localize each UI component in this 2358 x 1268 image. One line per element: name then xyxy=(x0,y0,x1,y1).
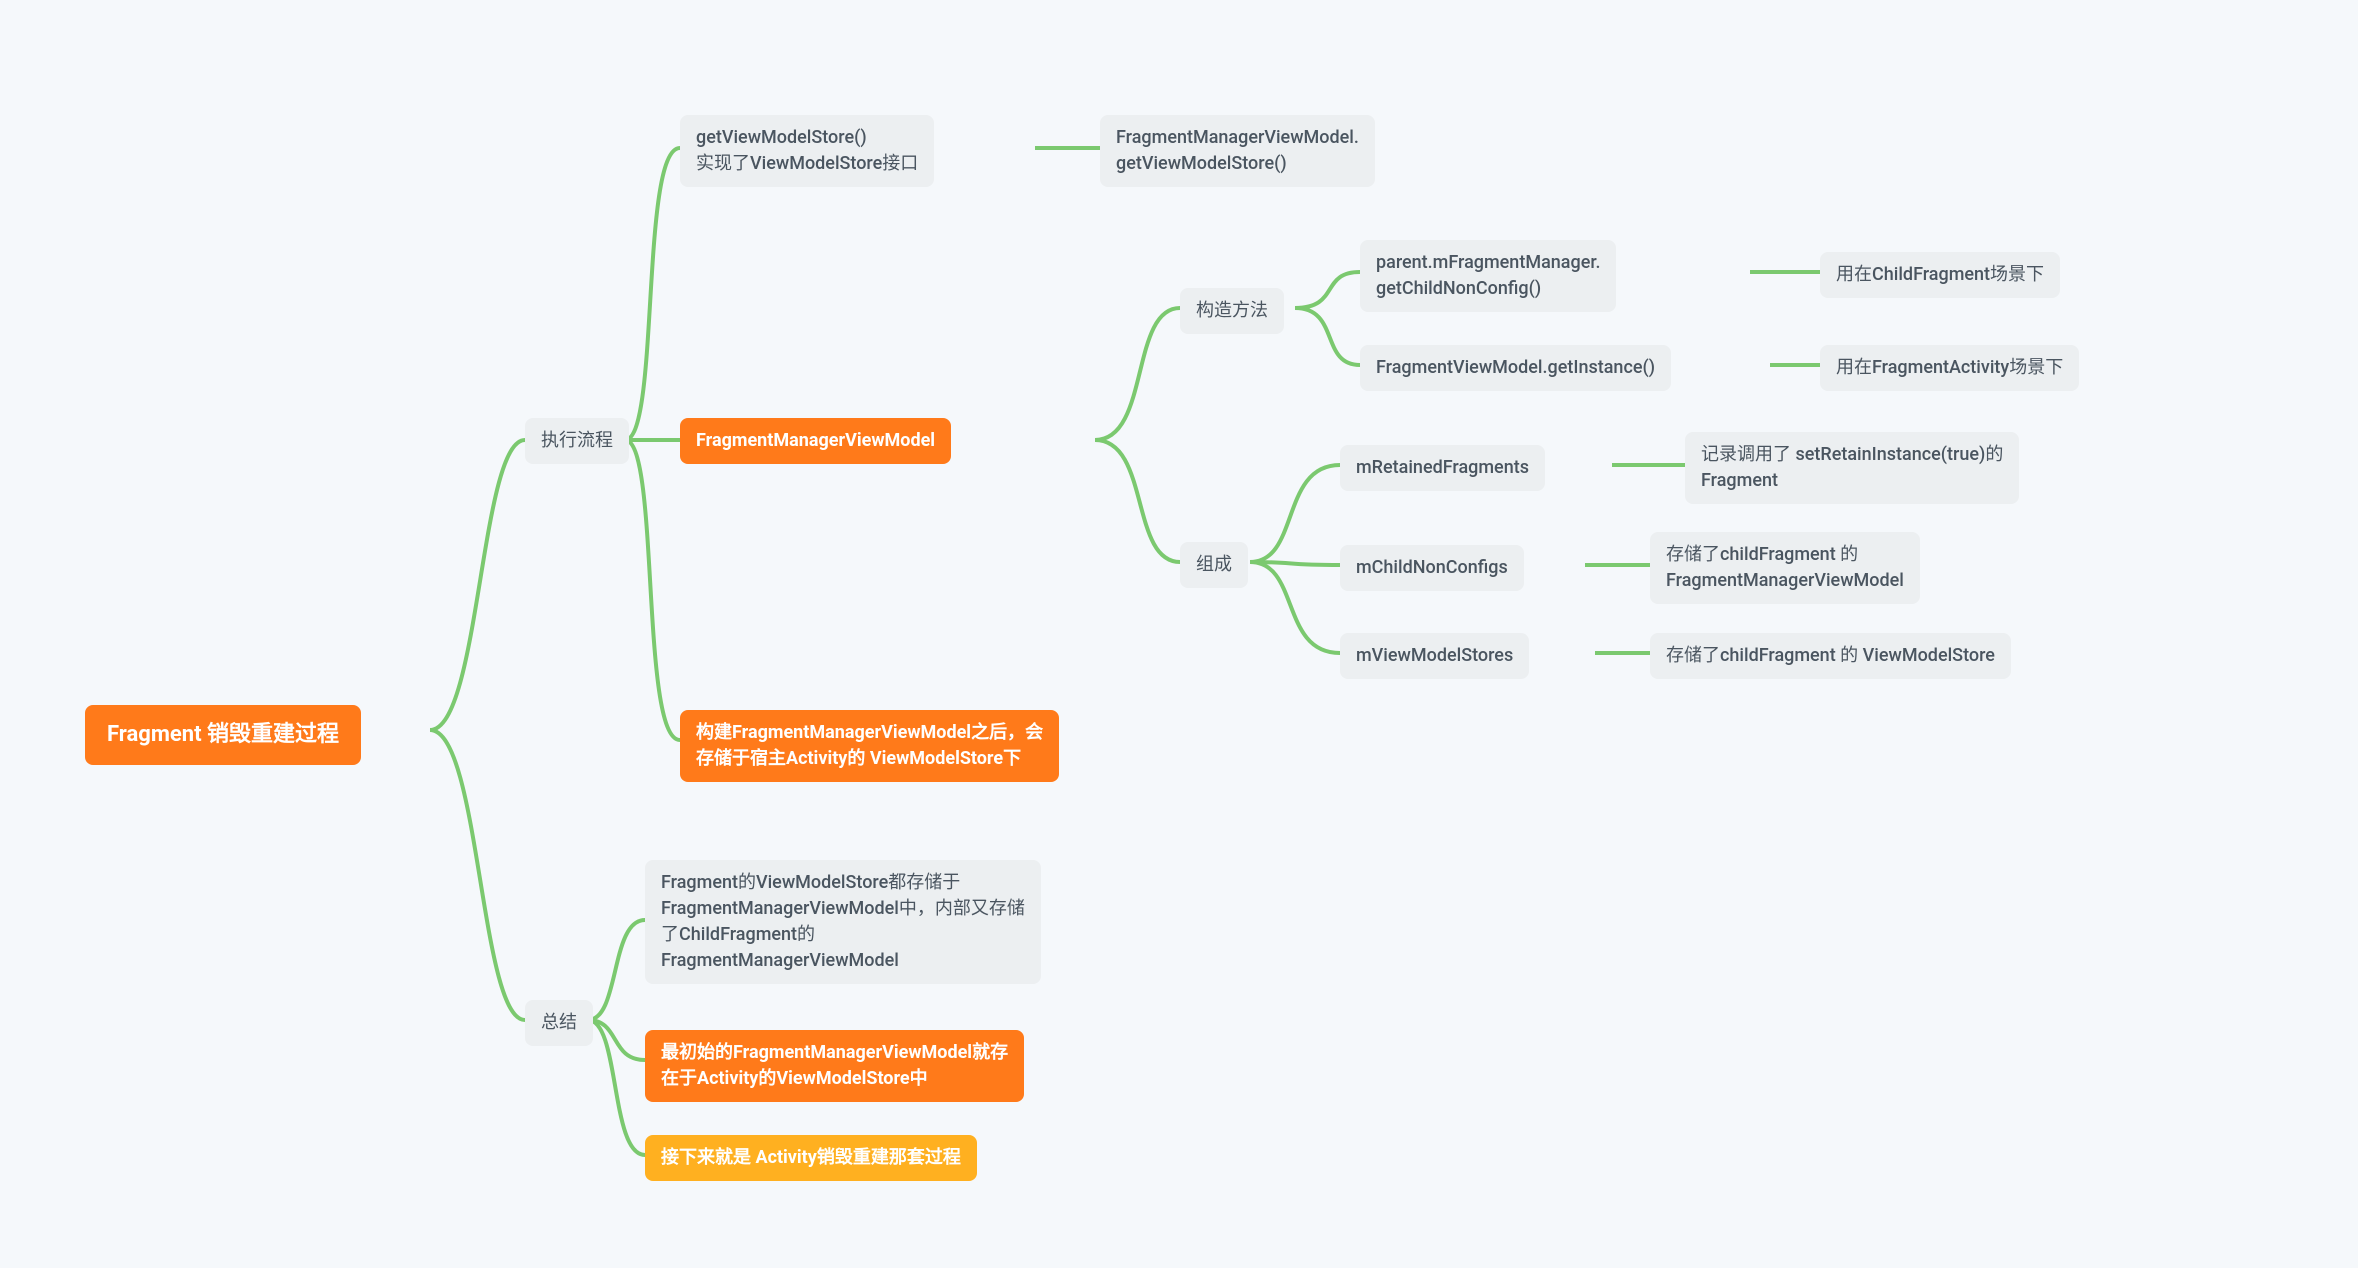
node-fmvm-getviewmodelstore[interactable]: FragmentManagerViewModel. getViewModelSt… xyxy=(1100,115,1375,187)
node-ctor-childfragment-usage[interactable]: 用在ChildFragment场景下 xyxy=(1820,252,2060,298)
node-mviewmodelstores-desc[interactable]: 存储了childFragment 的 ViewModelStore xyxy=(1650,633,2011,679)
root-node[interactable]: Fragment 销毁重建过程 xyxy=(85,705,361,765)
node-summary-s1[interactable]: Fragment的ViewModelStore都存储于 FragmentMana… xyxy=(645,860,1041,984)
node-mretainedfragments-desc[interactable]: 记录调用了 setRetainInstance(true)的 Fragment xyxy=(1685,432,2019,504)
node-mchildnonconfigs[interactable]: mChildNonConfigs xyxy=(1340,545,1524,591)
node-store-in-host-activity[interactable]: 构建FragmentManagerViewModel之后，会 存储于宿主Acti… xyxy=(680,710,1059,782)
node-summary-s2[interactable]: 最初始的FragmentManagerViewModel就存 在于Activit… xyxy=(645,1030,1024,1102)
node-ctor-getchildnonconfig[interactable]: parent.mFragmentManager. getChildNonConf… xyxy=(1360,240,1616,312)
node-fragmentmanagerviewmodel[interactable]: FragmentManagerViewModel xyxy=(680,418,951,464)
branch-summary[interactable]: 总结 xyxy=(525,1000,593,1046)
branch-constructor[interactable]: 构造方法 xyxy=(1180,288,1284,334)
node-getviewmodelstore[interactable]: getViewModelStore() 实现了ViewModelStore接口 xyxy=(680,115,934,187)
node-mchildnonconfigs-desc[interactable]: 存储了childFragment 的 FragmentManagerViewMo… xyxy=(1650,532,1920,604)
branch-composition[interactable]: 组成 xyxy=(1180,542,1248,588)
branch-exec[interactable]: 执行流程 xyxy=(525,418,629,464)
node-mretainedfragments[interactable]: mRetainedFragments xyxy=(1340,445,1545,491)
node-mviewmodelstores[interactable]: mViewModelStores xyxy=(1340,633,1529,679)
node-ctor-getinstance[interactable]: FragmentViewModel.getInstance() xyxy=(1360,345,1671,391)
node-summary-s3[interactable]: 接下来就是 Activity销毁重建那套过程 xyxy=(645,1135,977,1181)
node-ctor-fragmentactivity-usage[interactable]: 用在FragmentActivity场景下 xyxy=(1820,345,2079,391)
